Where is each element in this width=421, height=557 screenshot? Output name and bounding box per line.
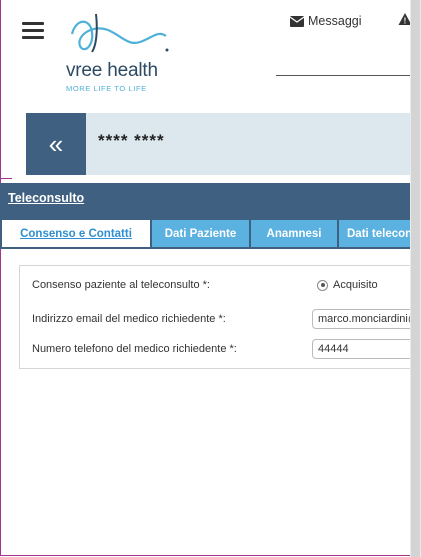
frame-tick — [0, 178, 12, 179]
email-field[interactable] — [312, 309, 421, 329]
logo-tagline: MORE LIFE TO LIFE — [66, 84, 147, 93]
tab-anamnesi[interactable]: Anamnesi — [251, 220, 337, 247]
header-divider — [276, 75, 417, 76]
consent-row: Consenso paziente al teleconsulto *: Acq… — [20, 275, 420, 297]
tab-consenso-contatti[interactable]: Consenso e Contatti — [2, 220, 150, 247]
patient-bar: « **** **** — [26, 113, 415, 175]
tab-bar: Consenso e Contatti Dati Paziente Anamne… — [0, 213, 419, 249]
tab-dati-paziente[interactable]: Dati Paziente — [152, 220, 249, 247]
menu-icon[interactable] — [22, 22, 44, 39]
scrollbar[interactable] — [410, 0, 421, 557]
consent-form: Consenso paziente al teleconsulto *: Acq… — [19, 265, 421, 369]
messages-link[interactable]: Messaggi — [290, 14, 362, 28]
consent-label: Consenso paziente al teleconsulto *: — [32, 279, 210, 291]
phone-label: Numero telefono del medico richiedente *… — [32, 343, 237, 355]
messages-label: Messaggi — [308, 14, 362, 28]
envelope-icon — [290, 15, 304, 27]
section-title-link[interactable]: Teleconsulto — [8, 191, 84, 205]
svg-text:!: ! — [404, 17, 407, 26]
email-row: Indirizzo email del medico richiedente *… — [20, 309, 421, 331]
logo-mark — [70, 13, 169, 53]
phone-field[interactable] — [312, 339, 421, 359]
email-label: Indirizzo email del medico richiedente *… — [32, 313, 226, 325]
patient-name: **** **** — [98, 131, 165, 150]
logo-text: vree health — [66, 60, 158, 81]
section-header: Teleconsulto — [0, 183, 417, 213]
radio-selected-icon[interactable] — [317, 279, 328, 291]
scrollbar-thumb[interactable] — [411, 0, 420, 557]
consent-radio[interactable]: Acquisito — [317, 279, 378, 291]
back-button[interactable]: « — [26, 113, 86, 175]
consent-value: Acquisito — [333, 279, 378, 291]
tab-dati-teleconsulto[interactable]: Dati telecons — [339, 220, 419, 247]
phone-row: Numero telefono del medico richiedente *… — [20, 339, 421, 361]
